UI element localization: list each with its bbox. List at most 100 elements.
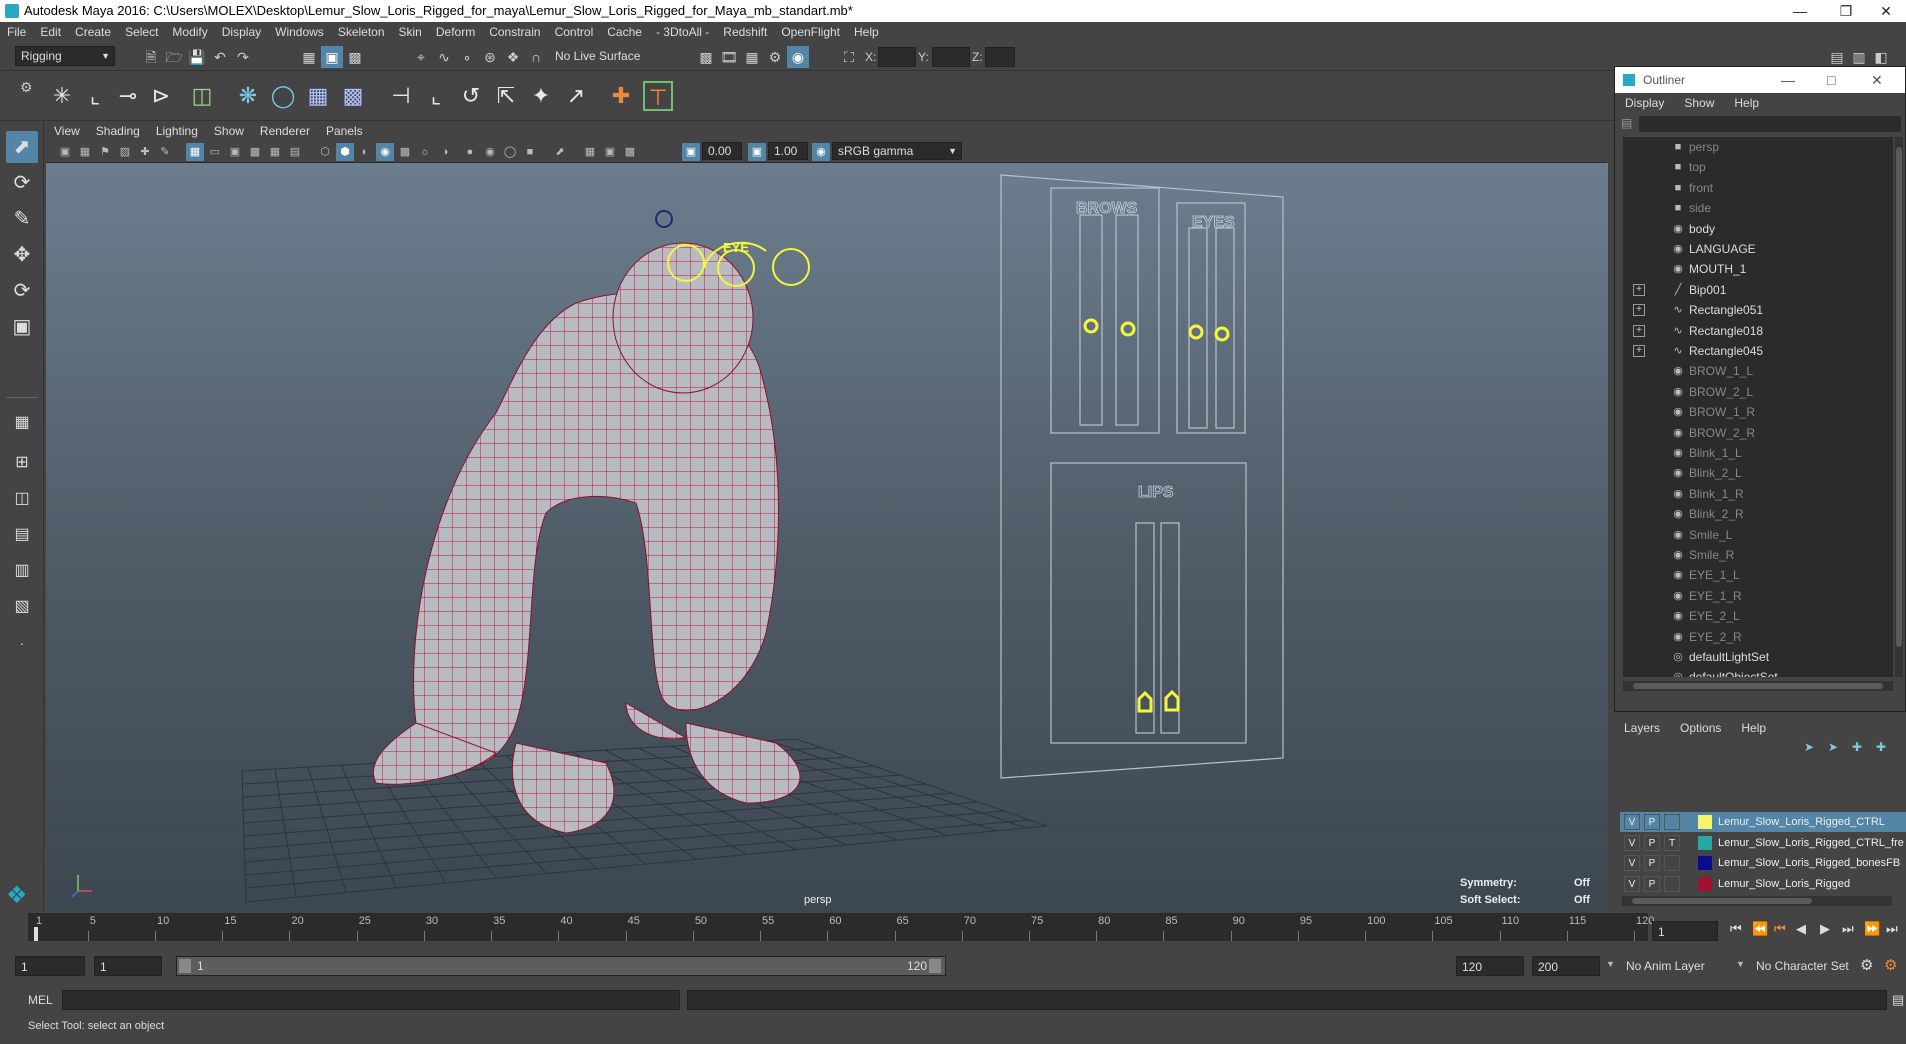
gamma-icon[interactable]: ▣	[748, 143, 766, 161]
x-field[interactable]	[878, 47, 916, 67]
outliner-item[interactable]: ■ front	[1623, 178, 1893, 198]
script-editor-icon[interactable]: ▤	[1892, 992, 1904, 1008]
bookmark-icon[interactable]: ⚑	[96, 143, 114, 161]
shadows-icon[interactable]: ◑	[436, 143, 454, 161]
outliner-item[interactable]: + ∿ Rectangle051	[1623, 300, 1893, 320]
outliner-item[interactable]: ■ top	[1623, 157, 1893, 177]
layers-menu-help[interactable]: Help	[1731, 720, 1776, 736]
magnet-icon[interactable]: ∩	[525, 46, 547, 68]
z-field[interactable]	[985, 47, 1015, 67]
menu-3dtoall[interactable]: - 3DtoAll -	[649, 22, 716, 43]
expand-plus-icon[interactable]: +	[1633, 324, 1645, 337]
lattice-icon[interactable]: ▦	[303, 81, 333, 111]
layer-move-down-icon[interactable]: ➤	[1828, 740, 1838, 754]
insert-joint-icon[interactable]: ⌞	[80, 81, 110, 111]
outliner-title-bar[interactable]: Outliner — □ ✕	[1615, 67, 1905, 93]
layer-color-swatch[interactable]	[1698, 835, 1712, 850]
render-settings-icon[interactable]: ⚙	[764, 46, 786, 68]
outliner-item[interactable]: ◉ BROW_2_R	[1623, 423, 1893, 443]
step-forward-frame-icon[interactable]: ⏭	[1842, 921, 1854, 937]
outliner-minimize-button[interactable]: —	[1781, 67, 1795, 93]
layer-display-type-toggle[interactable]	[1664, 875, 1680, 892]
anti-alias-icon[interactable]: ◯	[501, 143, 519, 161]
ipr-render-icon[interactable]: ▦	[741, 46, 763, 68]
snap-grid-icon[interactable]: ⌖	[410, 46, 432, 68]
hypershade-icon[interactable]: ◉	[787, 46, 809, 68]
anim-end-field[interactable]: 200	[1532, 956, 1600, 976]
menu-display[interactable]: Display	[215, 22, 268, 43]
layers-hscrollbar[interactable]	[1622, 896, 1892, 906]
smooth-skin-icon[interactable]: ◯	[268, 81, 298, 111]
camera-attr-icon[interactable]: ▦	[76, 143, 94, 161]
textured-icon[interactable]: ▩	[396, 143, 414, 161]
outliner-item[interactable]: ◉ EYE_1_L	[1623, 565, 1893, 585]
menu-redshift[interactable]: Redshift	[716, 22, 774, 43]
menu-cache[interactable]: Cache	[600, 22, 649, 43]
layer-display-type-toggle[interactable]: T	[1664, 834, 1680, 851]
outliner-item[interactable]: ◉ MOUTH_1	[1623, 259, 1893, 279]
outliner-item[interactable]: ◉ LANGUAGE	[1623, 239, 1893, 259]
animation-prefs-icon[interactable]: ⚙	[1884, 956, 1897, 974]
layer-move-up-icon[interactable]: ➤	[1804, 740, 1814, 754]
pole-vector-icon[interactable]: ↗	[561, 81, 591, 111]
snap-surface-icon[interactable]: ❖	[502, 46, 524, 68]
layer-color-swatch[interactable]	[1698, 856, 1712, 870]
wireframe-on-shaded-icon[interactable]: ◉	[376, 143, 394, 161]
menu-control[interactable]: Control	[548, 22, 601, 43]
ambient-occlusion-icon[interactable]: ●	[461, 143, 479, 161]
character-set-label[interactable]: No Character Set	[1756, 959, 1849, 973]
range-right-handle[interactable]	[929, 959, 941, 973]
select-object-icon[interactable]: ▣	[321, 46, 343, 68]
xray-joints-icon[interactable]: ▣	[601, 143, 619, 161]
menu-skeleton[interactable]: Skeleton	[331, 22, 392, 43]
outliner-item[interactable]: ◉ Blink_2_L	[1623, 463, 1893, 483]
minimize-button[interactable]: —	[1780, 0, 1820, 22]
anim-start-field[interactable]: 1	[15, 956, 85, 976]
step-back-key-icon[interactable]: ⏪	[1752, 921, 1768, 937]
outliner-item[interactable]: ◉ EYE_2_R	[1623, 627, 1893, 647]
xray-components-icon[interactable]: ▩	[621, 143, 639, 161]
layer-playback-toggle[interactable]: P	[1644, 814, 1660, 830]
layer-row[interactable]: V P Lemur_Slow_Loris_Rigged_bonesFB	[1620, 853, 1906, 873]
safe-action-icon[interactable]: ▤	[286, 143, 304, 161]
shelf-gear-icon[interactable]: ⚙	[20, 79, 33, 96]
depth-of-field-icon[interactable]: ■	[521, 143, 539, 161]
parent-constraint-icon[interactable]: ⊣	[386, 81, 416, 111]
outliner-item[interactable]: ■ side	[1623, 198, 1893, 218]
tool-settings-icon[interactable]: ◧	[1870, 46, 1892, 68]
outliner-item[interactable]: ◉ EYE_2_L	[1623, 606, 1893, 626]
expand-plus-icon[interactable]: +	[1633, 345, 1645, 357]
ik-handle-icon[interactable]: ◫	[187, 81, 217, 111]
playback-end-field[interactable]: 120	[1456, 956, 1524, 976]
point-constraint-icon[interactable]: ⌞	[421, 81, 451, 111]
bind-skin-icon[interactable]: ❋	[233, 81, 263, 111]
restore-button[interactable]: ❐	[1826, 0, 1866, 22]
outliner-menu-show[interactable]: Show	[1674, 93, 1724, 113]
outliner-item[interactable]: ◉ Blink_1_R	[1623, 484, 1893, 504]
vp-menu-renderer[interactable]: Renderer	[252, 121, 318, 141]
outliner-item[interactable]: ◎ defaultObjectSet	[1623, 667, 1893, 677]
select-tool-icon[interactable]: ⬈	[6, 131, 38, 163]
perspective-viewport[interactable]: BROWS EYES LIPS EYE persp Symmetry: Off …	[46, 163, 1608, 911]
outliner-search-input[interactable]	[1639, 116, 1901, 132]
move-tool-icon[interactable]: ✥	[6, 239, 38, 271]
save-scene-icon[interactable]: 💾	[186, 46, 208, 68]
outliner-close-button[interactable]: ✕	[1871, 67, 1883, 93]
create-joints-icon[interactable]: ✳	[47, 81, 77, 111]
snap-point-icon[interactable]: ∘	[456, 46, 478, 68]
rotate-tool-icon[interactable]: ⟳	[6, 275, 38, 307]
play-backward-icon[interactable]: ◀	[1796, 921, 1806, 937]
vp-menu-show[interactable]: Show	[206, 121, 252, 141]
vp-menu-shading[interactable]: Shading	[88, 121, 148, 141]
step-forward-key-icon[interactable]: ⏩	[1864, 921, 1880, 937]
select-component-icon[interactable]: ▩	[344, 46, 366, 68]
aim-constraint-icon[interactable]: ✦	[526, 81, 556, 111]
character-set-chevron-icon[interactable]: ▼	[1736, 959, 1745, 969]
go-to-end-icon[interactable]: ⏭	[1886, 921, 1898, 937]
outliner-menu-help[interactable]: Help	[1724, 93, 1769, 113]
scale-tool-icon[interactable]: ▣	[6, 311, 38, 343]
open-scene-icon[interactable]: 🗁	[163, 46, 185, 68]
mirror-joint-icon[interactable]: ⊸	[113, 81, 143, 111]
exposure-icon[interactable]: ▣	[682, 143, 700, 161]
command-language-label[interactable]: MEL	[28, 993, 53, 1007]
